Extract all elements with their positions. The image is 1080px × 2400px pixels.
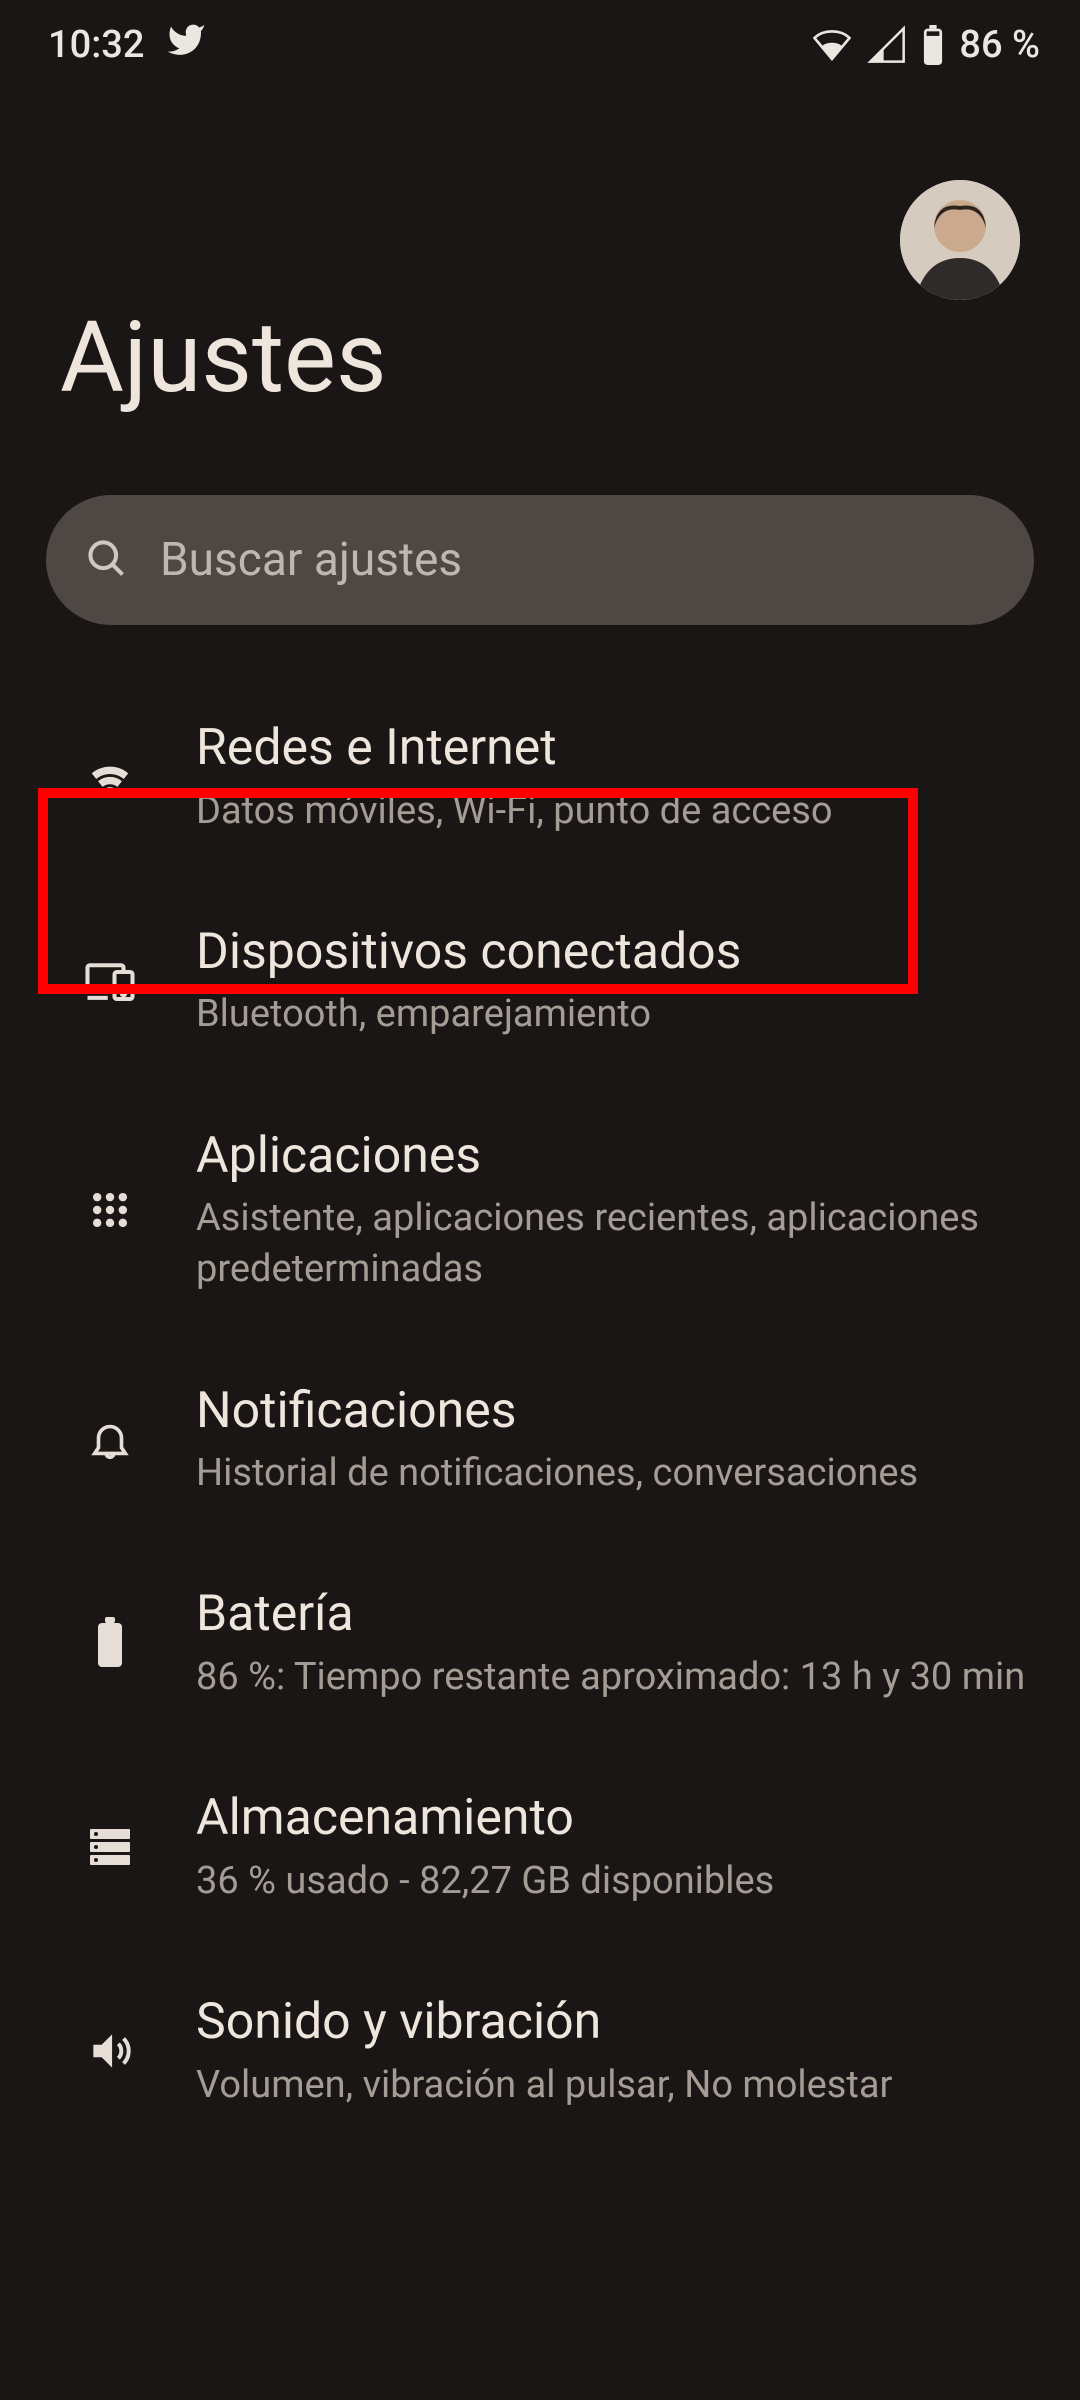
settings-list: Redes e Internet Datos móviles, Wi-Fi, p… xyxy=(0,625,1080,2153)
item-title: Redes e Internet xyxy=(196,717,1034,786)
item-title: Batería xyxy=(196,1583,1034,1652)
status-bar: 10:32 86 % xyxy=(0,0,1080,90)
settings-item-sound[interactable]: Sonido y vibración Volumen, vibración al… xyxy=(0,1949,1080,2153)
item-subtitle: 86 %: Tiempo restante aproximado: 13 h y… xyxy=(196,1652,1034,1703)
cellular-status-icon xyxy=(867,25,907,65)
item-title: Sonido y vibración xyxy=(196,1991,1034,2060)
settings-item-network[interactable]: Redes e Internet Datos móviles, Wi-Fi, p… xyxy=(0,675,1080,879)
battery-icon xyxy=(80,1617,140,1669)
settings-item-connected-devices[interactable]: Dispositivos conectados Bluetooth, empar… xyxy=(0,879,1080,1083)
item-title: Aplicaciones xyxy=(196,1125,1034,1194)
item-subtitle: 36 % usado - 82,27 GB disponibles xyxy=(196,1856,1034,1907)
wifi-icon xyxy=(80,750,140,804)
item-title: Almacenamiento xyxy=(196,1787,1034,1856)
sound-icon xyxy=(80,2026,140,2076)
settings-item-notifications[interactable]: Notificaciones Historial de notificacion… xyxy=(0,1338,1080,1542)
item-subtitle: Bluetooth, emparejamiento xyxy=(196,989,1034,1040)
apps-icon xyxy=(80,1188,140,1232)
battery-percent: 86 % xyxy=(959,23,1040,67)
profile-avatar[interactable] xyxy=(900,180,1020,300)
settings-item-apps[interactable]: Aplicaciones Asistente, aplicaciones rec… xyxy=(0,1083,1080,1338)
devices-icon xyxy=(80,954,140,1008)
item-title: Notificaciones xyxy=(196,1380,1034,1449)
item-subtitle: Volumen, vibración al pulsar, No molesta… xyxy=(196,2060,1034,2111)
item-subtitle: Datos móviles, Wi-Fi, punto de acceso xyxy=(196,786,1034,837)
search-icon xyxy=(84,536,128,584)
page-title: Ajustes xyxy=(60,270,1020,495)
search-placeholder: Buscar ajustes xyxy=(160,533,462,587)
wifi-status-icon xyxy=(811,24,853,66)
item-subtitle: Historial de notificaciones, conversacio… xyxy=(196,1448,1034,1499)
settings-item-storage[interactable]: Almacenamiento 36 % usado - 82,27 GB dis… xyxy=(0,1745,1080,1949)
search-bar[interactable]: Buscar ajustes xyxy=(46,495,1034,625)
header: Ajustes xyxy=(0,90,1080,495)
bell-icon xyxy=(80,1417,140,1463)
item-title: Dispositivos conectados xyxy=(196,921,1034,990)
storage-icon xyxy=(80,1823,140,1871)
item-subtitle: Asistente, aplicaciones recientes, aplic… xyxy=(196,1193,1034,1296)
settings-item-battery[interactable]: Batería 86 %: Tiempo restante aproximado… xyxy=(0,1541,1080,1745)
status-time: 10:32 xyxy=(48,23,144,67)
battery-status-icon xyxy=(921,25,945,65)
twitter-icon xyxy=(166,20,206,70)
